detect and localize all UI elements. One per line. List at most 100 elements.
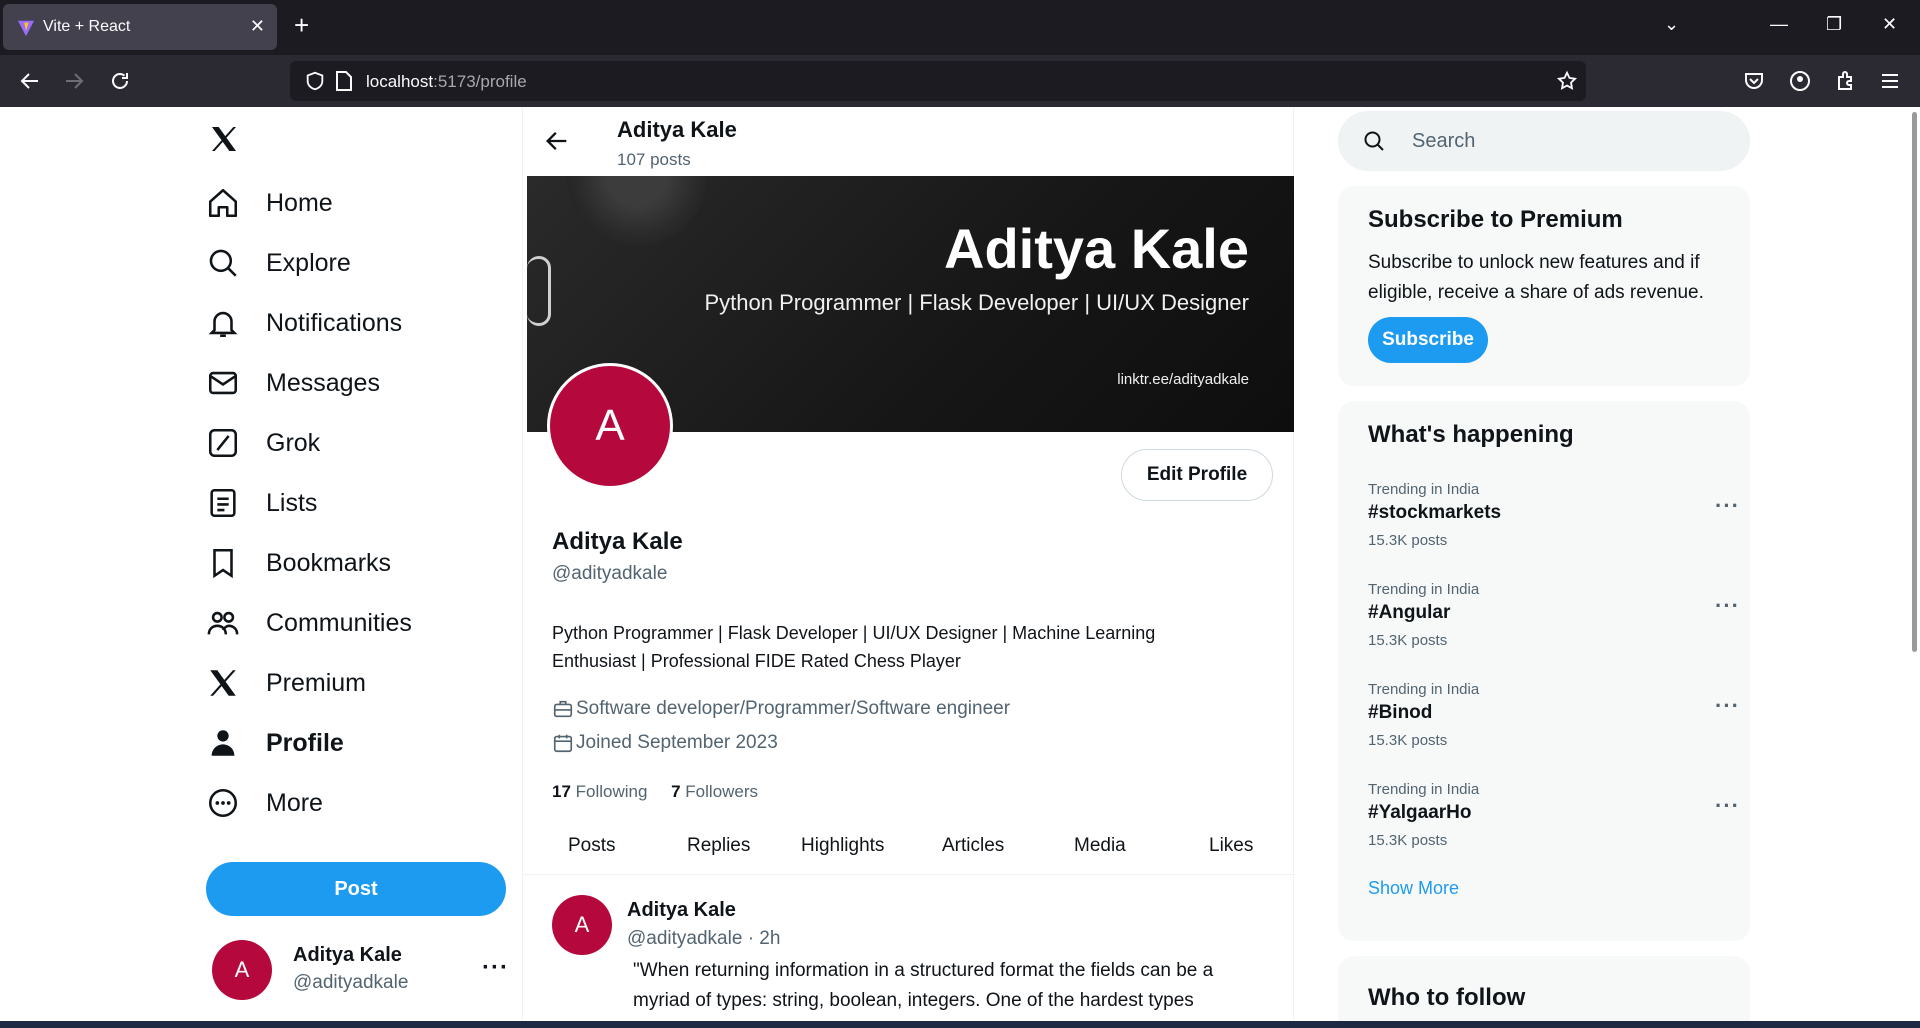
minimize-icon[interactable]: — (1770, 14, 1788, 35)
browser-tab-bar: Vite + React ✕ + ⌄ — ❐ ✕ (0, 0, 1920, 55)
tab-highlights[interactable]: Highlights (801, 835, 884, 857)
nav-item-home[interactable]: Home (206, 178, 506, 228)
communities-icon (207, 611, 239, 635)
trend-tag: #Binod (1368, 702, 1433, 723)
tab-title: Vite + React (43, 18, 131, 35)
more-dots-icon[interactable]: ··· (1715, 493, 1740, 519)
nav-item-profile[interactable]: Profile (206, 718, 506, 768)
account-name: Aditya Kale (293, 944, 402, 966)
taskbar-strip (0, 1021, 1920, 1028)
trend-item[interactable]: Trending in India #stockmarkets 15.3K po… (1368, 481, 1739, 561)
nav-item-bookmarks[interactable]: Bookmarks (206, 538, 506, 588)
profile-tabs: Posts Replies Highlights Articles Media … (523, 823, 1295, 875)
trend-tag: #YalgaarHo (1368, 802, 1472, 823)
tab-posts[interactable]: Posts (568, 835, 616, 857)
profile-joined: Joined September 2023 (552, 732, 778, 754)
nav-item-more[interactable]: More (206, 778, 506, 828)
search-icon (209, 249, 237, 277)
more-dots-icon[interactable]: ··· (482, 954, 509, 982)
reload-icon[interactable] (108, 69, 132, 93)
bookmark-star-icon[interactable] (1556, 70, 1578, 92)
more-dots-icon[interactable]: ··· (1715, 593, 1740, 619)
new-tab-icon[interactable]: + (294, 12, 309, 38)
menu-icon[interactable] (1878, 69, 1902, 93)
follow-stats: 17 Following 7 Followers (552, 782, 758, 802)
trend-item[interactable]: Trending in India #Angular 15.3K posts ·… (1368, 581, 1739, 661)
account-icon[interactable] (1788, 69, 1812, 93)
profile-name: Aditya Kale (552, 528, 683, 555)
nav-item-premium[interactable]: Premium (206, 658, 506, 708)
tab-likes[interactable]: Likes (1209, 835, 1253, 857)
back-icon[interactable] (18, 69, 42, 93)
who-to-follow-title: Who to follow (1368, 984, 1526, 1011)
list-icon (210, 488, 236, 518)
trend-category: Trending in India (1368, 781, 1480, 798)
header-post-count: 107 posts (617, 150, 691, 169)
premium-text: Subscribe to unlock new features and if … (1368, 252, 1704, 303)
url-text: localhost:5173/profile (366, 72, 527, 91)
nav-item-notifications[interactable]: Notifications (206, 298, 506, 348)
banner-subtitle: Python Programmer | Flask Developer | UI… (704, 290, 1249, 315)
who-to-follow-card: Who to follow (1338, 956, 1750, 1021)
premium-title: Subscribe to Premium (1368, 206, 1623, 233)
tweet-author[interactable]: Aditya Kale (627, 899, 736, 922)
address-bar[interactable]: localhost:5173/profile (290, 61, 1586, 101)
pocket-icon[interactable] (1742, 69, 1766, 93)
nav-item-grok[interactable]: Grok (206, 418, 506, 468)
trend-item[interactable]: Trending in India #Binod 15.3K posts ··· (1368, 681, 1739, 761)
trend-count: 15.3K posts (1368, 732, 1448, 749)
close-window-icon[interactable]: ✕ (1882, 14, 1897, 35)
profile-avatar[interactable]: A (547, 363, 673, 489)
close-tab-icon[interactable]: ✕ (250, 16, 265, 37)
nav-item-lists[interactable]: Lists (206, 478, 506, 528)
tab-media[interactable]: Media (1074, 835, 1126, 857)
page-scrollbar[interactable] (1912, 112, 1917, 652)
nav-item-explore[interactable]: Explore (206, 238, 506, 288)
tab-replies[interactable]: Replies (687, 835, 750, 857)
nav-item-communities[interactable]: Communities (206, 598, 506, 648)
trend-item[interactable]: Trending in India #YalgaarHo 15.3K posts… (1368, 781, 1739, 861)
job-text: Software developer/Programmer/Software e… (576, 698, 1011, 719)
person-icon (211, 730, 235, 756)
forward-icon[interactable] (62, 69, 86, 93)
bookmark-icon (213, 548, 233, 579)
home-icon (208, 188, 238, 218)
account-switcher[interactable]: A Aditya Kale @adityadkale ··· (212, 940, 512, 1004)
tweet-avatar[interactable]: A (552, 895, 612, 955)
x-logo-icon[interactable] (208, 123, 240, 155)
shield-icon[interactable] (304, 70, 326, 92)
more-dots-icon[interactable]: ··· (1715, 793, 1740, 819)
show-more-link[interactable]: Show More (1368, 878, 1459, 899)
followers-link[interactable]: 7 Followers (671, 782, 758, 801)
tab-articles[interactable]: Articles (942, 835, 1004, 857)
trend-count: 15.3K posts (1368, 532, 1448, 549)
more-dots-icon[interactable]: ··· (1715, 693, 1740, 719)
following-link[interactable]: 17 Following (552, 782, 647, 801)
restore-icon[interactable]: ❐ (1826, 14, 1842, 35)
subscribe-button[interactable]: Subscribe (1368, 317, 1488, 363)
trend-category: Trending in India (1368, 681, 1480, 698)
tweet-handle-time: @adityadkale · 2h (627, 928, 781, 949)
browser-nav-bar: localhost:5173/profile (0, 55, 1920, 107)
page-icon (336, 71, 352, 91)
account-handle: @adityadkale (293, 972, 409, 993)
app-root: Home Explore Notifications Messages Grok… (0, 107, 1920, 1021)
coffee-cup-graphic (567, 176, 707, 246)
nav-label: Home (266, 188, 333, 217)
search-input[interactable] (1412, 123, 1732, 159)
trend-count: 15.3K posts (1368, 832, 1448, 849)
nav-label: Grok (266, 428, 321, 457)
browser-tab[interactable]: Vite + React ✕ (3, 4, 277, 50)
nav-label: Messages (266, 368, 380, 397)
back-arrow-icon[interactable] (543, 127, 571, 155)
tweet[interactable]: A Aditya Kale @adityadkale · 2h "When re… (523, 875, 1295, 1021)
extensions-icon[interactable] (1834, 69, 1858, 93)
nav-label: Profile (266, 728, 344, 757)
edit-profile-button[interactable]: Edit Profile (1121, 449, 1273, 501)
search-box[interactable] (1338, 111, 1750, 171)
tab-list-icon[interactable]: ⌄ (1664, 14, 1679, 35)
trend-category: Trending in India (1368, 581, 1480, 598)
premium-card: Subscribe to Premium Subscribe to unlock… (1338, 186, 1750, 386)
post-button[interactable]: Post (206, 862, 506, 916)
nav-item-messages[interactable]: Messages (206, 358, 506, 408)
